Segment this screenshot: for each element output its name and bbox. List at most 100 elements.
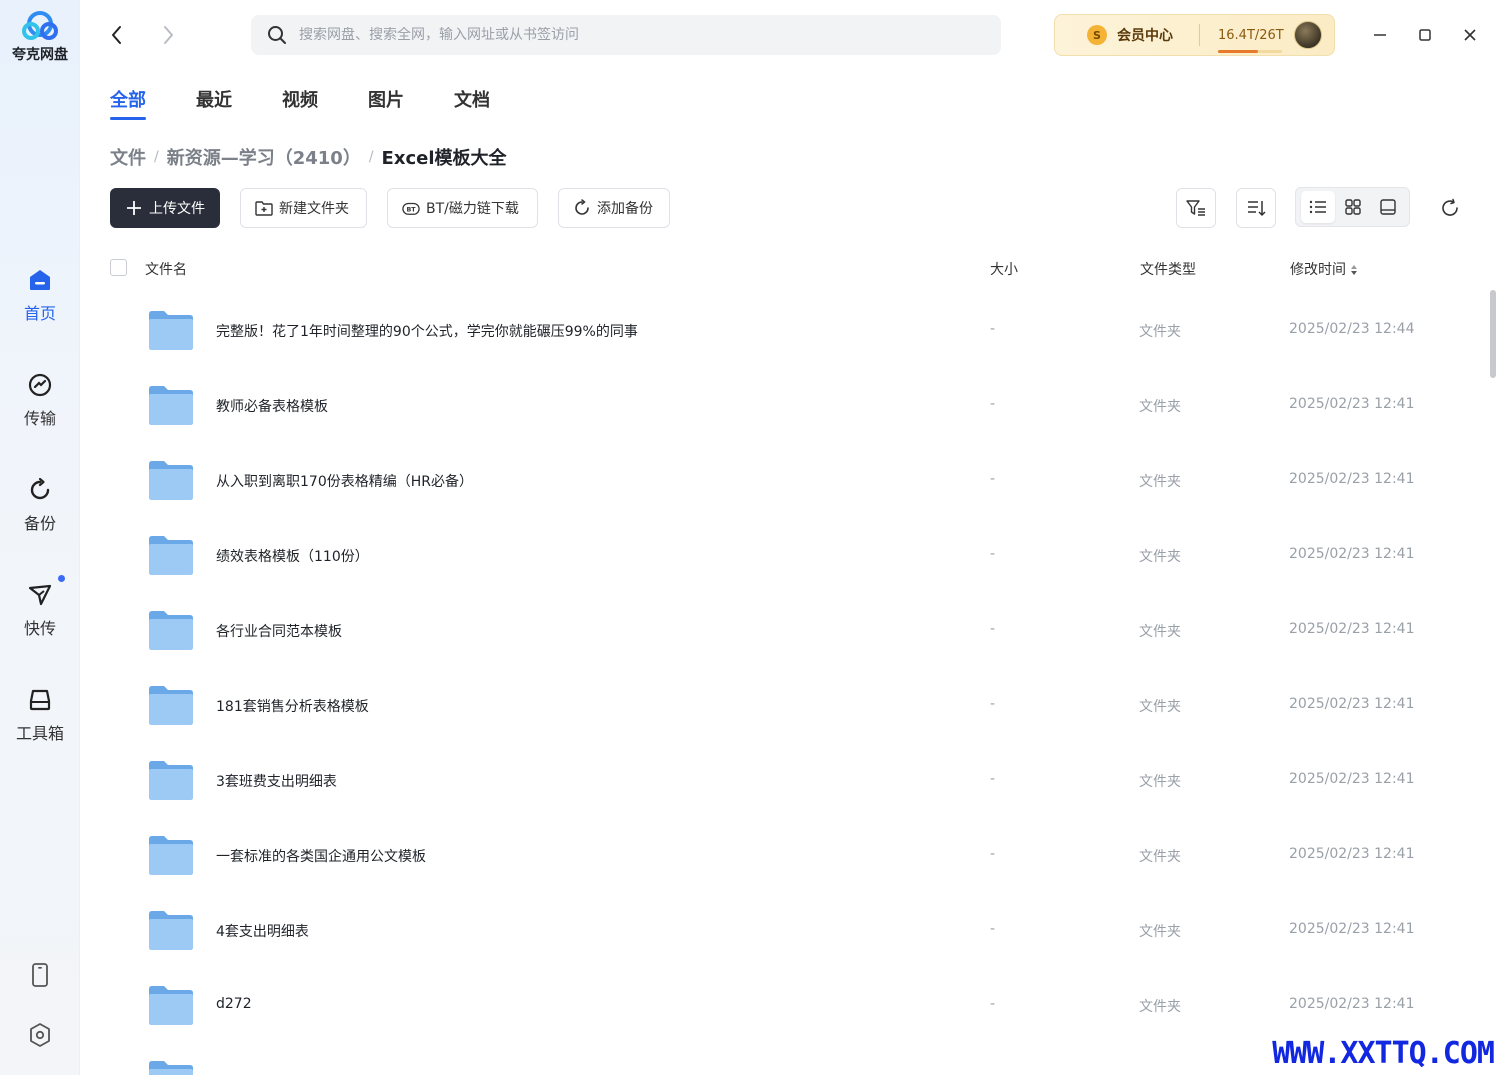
sidebar-item-backup[interactable]: 备份 (0, 476, 80, 534)
refresh-button[interactable] (1430, 188, 1470, 228)
svg-text:BT: BT (406, 207, 416, 214)
file-mtime: 2025/02/23 12:41 (1289, 471, 1415, 487)
grid-view-button[interactable] (1336, 191, 1370, 223)
new-folder-button[interactable]: 新建文件夹 (240, 188, 367, 228)
file-size: - (990, 396, 996, 412)
scrollbar[interactable] (1490, 290, 1496, 378)
breadcrumb-files[interactable]: 文件 (110, 144, 146, 170)
avatar[interactable] (1294, 21, 1322, 49)
back-button[interactable] (104, 22, 130, 48)
chevron-right-icon (164, 26, 173, 44)
file-type: 文件夹 (1139, 924, 1181, 940)
app-name: 夸克网盘 (12, 47, 68, 63)
tab-documents[interactable]: 文档 (454, 86, 490, 120)
file-size: - (990, 771, 996, 787)
file-name[interactable]: 完整版！花了1年时间整理的90个公式，学完你就能碾压99%的同事 (216, 321, 638, 341)
forward-button[interactable] (155, 22, 181, 48)
tab-video[interactable]: 视频 (282, 86, 318, 120)
file-name[interactable]: 一套标准的各类国企通用公文模板 (216, 846, 426, 866)
tab-images[interactable]: 图片 (368, 86, 404, 120)
file-size: - (990, 846, 996, 862)
bt-download-button[interactable]: BT BT/磁力链下载 (387, 188, 538, 228)
sidebar-item-toolbox[interactable]: 工具箱 (0, 686, 80, 744)
table-row[interactable]: 4套支出明细表 - 文件夹 2025/02/23 12:41 (110, 893, 1490, 968)
select-all-checkbox[interactable] (110, 259, 127, 276)
table-row[interactable]: d272 - 文件夹 2025/02/23 12:41 (110, 968, 1490, 1043)
table-row[interactable]: 绩效表格模板（110份） - 文件夹 2025/02/23 12:41 (110, 518, 1490, 593)
column-header-type[interactable]: 文件类型 (1140, 259, 1196, 279)
mobile-device-button[interactable] (0, 962, 80, 992)
breadcrumb-separator: / (154, 149, 159, 165)
close-icon (1464, 29, 1476, 41)
settings-button[interactable] (0, 1022, 80, 1052)
file-name[interactable]: 绩效表格模板（110份） (216, 546, 369, 566)
chevron-left-icon (112, 26, 121, 44)
upload-button[interactable]: 上传文件 (110, 188, 220, 228)
vip-center[interactable]: S 会员中心 16.4T/26T (1054, 14, 1335, 56)
transfer-icon (26, 371, 54, 399)
folder-icon (148, 609, 194, 651)
tab-all[interactable]: 全部 (110, 86, 146, 120)
vip-coin-icon: S (1087, 25, 1107, 45)
app-logo[interactable]: 夸克网盘 (0, 10, 80, 64)
storage-usage[interactable]: 16.4T/26T (1218, 27, 1288, 53)
file-size: - (990, 921, 996, 937)
preview-view-icon (1379, 199, 1396, 215)
sort-button[interactable] (1236, 188, 1276, 228)
table-row[interactable]: 从入职到离职170份表格精编（HR必备） - 文件夹 2025/02/23 12:41 (110, 443, 1490, 518)
file-name[interactable]: 教师必备表格模板 (216, 396, 328, 416)
file-size: - (990, 621, 996, 637)
search-bar[interactable] (251, 15, 1001, 55)
search-input[interactable] (299, 27, 979, 43)
list-view-icon (1309, 200, 1326, 214)
file-name[interactable]: d272 (216, 996, 252, 1012)
column-header-mtime[interactable]: 修改时间 (1290, 259, 1358, 279)
cloud-logo-icon (22, 11, 58, 40)
home-icon (26, 266, 54, 294)
new-folder-button-label: 新建文件夹 (279, 201, 349, 217)
tab-recent[interactable]: 最近 (196, 86, 232, 120)
table-row[interactable]: 一套标准的各类国企通用公文模板 - 文件夹 2025/02/23 12:41 (110, 818, 1490, 893)
category-tabs: 全部 最近 视频 图片 文档 (110, 86, 540, 120)
table-row[interactable]: 3套班费支出明细表 - 文件夹 2025/02/23 12:41 (110, 743, 1490, 818)
file-name[interactable]: 从入职到离职170份表格精编（HR必备） (216, 471, 473, 491)
toolbox-icon (26, 686, 54, 714)
file-mtime: 2025/02/23 12:41 (1289, 921, 1415, 937)
filter-button[interactable] (1176, 188, 1216, 228)
table-row[interactable]: 教师必备表格模板 - 文件夹 2025/02/23 12:41 (110, 368, 1490, 443)
add-backup-button[interactable]: 添加备份 (558, 188, 670, 228)
folder-icon (148, 834, 194, 876)
column-header-size[interactable]: 大小 (990, 259, 1018, 279)
table-row[interactable]: 各行业合同范本模板 - 文件夹 2025/02/23 12:41 (110, 593, 1490, 668)
sidebar-item-home[interactable]: 首页 (0, 266, 80, 324)
maximize-button[interactable] (1412, 22, 1438, 48)
list-view-button[interactable] (1300, 191, 1335, 223)
table-row[interactable]: 181套销售分析表格模板 - 文件夹 2025/02/23 12:41 (110, 668, 1490, 743)
file-type: 文件夹 (1139, 549, 1181, 565)
bt-download-button-label: BT/磁力链下载 (426, 201, 519, 217)
file-type: 文件夹 (1139, 774, 1181, 790)
file-name[interactable]: 3套班费支出明细表 (216, 771, 337, 791)
file-name[interactable]: 各行业合同范本模板 (216, 621, 342, 641)
folder-icon (148, 684, 194, 726)
breadcrumb-current-folder: Excel模板大全 (381, 148, 507, 169)
sidebar-item-transfer[interactable]: 传输 (0, 371, 80, 429)
preview-view-button[interactable] (1371, 191, 1405, 223)
file-name[interactable]: 4套支出明细表 (216, 921, 309, 941)
add-backup-button-label: 添加备份 (597, 201, 653, 217)
storage-text: 16.4T/26T (1218, 27, 1284, 43)
sidebar-item-quick-send[interactable]: 快传 (0, 575, 80, 639)
breadcrumb-parent-folder[interactable]: 新资源—学习（2410） (167, 144, 361, 170)
sidebar-item-label: 首页 (23, 304, 56, 323)
file-size: - (990, 471, 996, 487)
sort-toggle-icon (1351, 265, 1357, 275)
breadcrumb-separator: / (368, 149, 374, 165)
close-button[interactable] (1457, 22, 1483, 48)
file-type: 文件夹 (1139, 624, 1181, 640)
file-name[interactable]: 181套销售分析表格模板 (216, 696, 369, 716)
column-header-name[interactable]: 文件名 (145, 259, 187, 279)
minimize-button[interactable] (1367, 22, 1393, 48)
table-row[interactable]: 完整版！花了1年时间整理的90个公式，学完你就能碾压99%的同事 - 文件夹 2025… (110, 293, 1490, 368)
file-mtime: 2025/02/23 12:44 (1289, 321, 1415, 337)
sidebar-item-label: 快传 (23, 619, 56, 638)
